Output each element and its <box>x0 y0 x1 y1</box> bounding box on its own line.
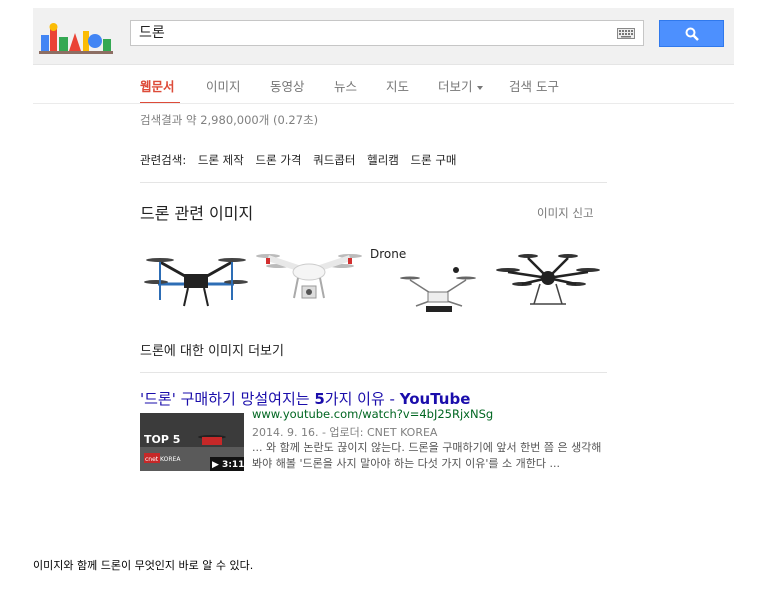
drone-image-1[interactable] <box>140 240 252 322</box>
result-stats: 검색결과 약 2,980,000개 (0.27초) <box>140 113 319 127</box>
video-badge: TOP 5 <box>144 433 180 446</box>
image-strip: Drone <box>140 240 605 322</box>
tab-videos[interactable]: 동영상 <box>270 76 305 95</box>
result-url[interactable]: www.youtube.com/watch?v=4bJ25RjxNSg <box>252 407 493 421</box>
tab-news[interactable]: 뉴스 <box>334 76 357 95</box>
related-label: 관련검색: <box>140 153 187 167</box>
tab-maps[interactable]: 지도 <box>386 76 409 95</box>
result-title-site: YouTube <box>399 390 471 408</box>
result-title-suffix: 가지 이유 - <box>324 390 400 408</box>
search-header: 드론 <box>33 8 734 65</box>
chevron-down-icon <box>476 85 483 90</box>
result-title-link[interactable]: '드론' 구매하기 망설여지는 5가지 이유 - YouTube <box>140 388 470 409</box>
video-channel: cnet KOREA <box>145 456 181 463</box>
tab-more-label: 더보기 <box>438 79 473 94</box>
search-box[interactable]: 드론 <box>130 20 644 46</box>
images-section-title[interactable]: 드론 관련 이미지 <box>140 200 253 224</box>
report-images-link[interactable]: 이미지 신고 <box>537 205 594 221</box>
search-button[interactable] <box>659 20 724 47</box>
header-divider <box>33 103 734 104</box>
drone-image-2[interactable] <box>254 240 364 322</box>
tab-more[interactable]: 더보기 <box>438 76 483 95</box>
keyboard-icon[interactable] <box>617 28 635 39</box>
video-thumbnail-image: TOP 5 cnet KOREA ▶ 3:11 <box>140 413 244 471</box>
result-title-prefix: '드론' 구매하기 망설여지는 <box>140 390 315 408</box>
related-link[interactable]: 드론 제작 <box>198 153 244 167</box>
search-input[interactable]: 드론 <box>139 24 599 42</box>
result-title-number: 5 <box>314 390 325 408</box>
tab-web[interactable]: 웹문서 <box>140 76 175 95</box>
related-link[interactable]: 드론 가격 <box>256 153 302 167</box>
video-thumbnail[interactable]: TOP 5 cnet KOREA ▶ 3:11 <box>140 413 244 471</box>
search-icon <box>685 27 699 41</box>
drone-image-3[interactable]: Drone <box>366 240 486 322</box>
related-link[interactable]: 드론 구매 <box>411 153 457 167</box>
drone-image-3-text: Drone <box>370 247 406 261</box>
related-link[interactable]: 헬리캠 <box>367 153 399 167</box>
section-divider <box>140 372 607 373</box>
section-divider <box>140 182 607 183</box>
related-searches: 관련검색: 드론 제작 드론 가격 쿼드콥터 헬리캠 드론 구매 <box>140 152 465 168</box>
more-images-link[interactable]: 드론에 대한 이미지 더보기 <box>140 340 284 359</box>
google-doodle-logo[interactable] <box>39 19 113 55</box>
drone-image-4[interactable] <box>492 240 604 322</box>
caption-text: 이미지와 함께 드론이 무엇인지 바로 알 수 있다. <box>33 559 254 572</box>
video-duration: ▶ 3:11 <box>212 460 244 470</box>
tab-images[interactable]: 이미지 <box>206 76 241 95</box>
related-link[interactable]: 쿼드콥터 <box>313 153 355 167</box>
tab-search-tools[interactable]: 검색 도구 <box>509 76 559 95</box>
result-snippet: ... 와 함께 논란도 끊이지 않는다. 드론을 구매하기에 앞서 한번 쯤 … <box>252 441 602 470</box>
result-meta: 2014. 9. 16. - 업로더: CNET KOREA <box>252 426 438 439</box>
